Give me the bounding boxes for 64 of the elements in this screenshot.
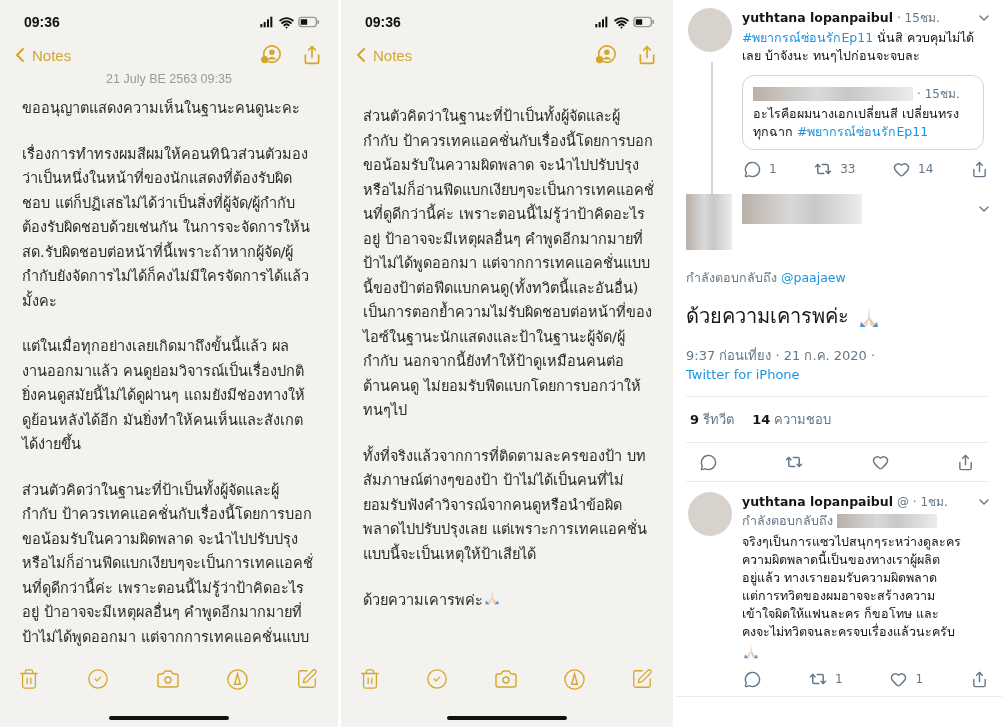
markup-pen-icon [226, 667, 250, 691]
speech-bubble-icon [744, 160, 761, 178]
retweet-label[interactable]: รีทวีต [703, 412, 735, 427]
tweet-time: · 15ชม. [897, 10, 941, 27]
note-paragraph: ทั้งที่จริงแล้วจากการที่ติดตามละครของป้า บท สัมภาษณ์ต่างๆของป้า ป้าไม่ได้เป็นคนที่ไม่ ยอมรับฟังคำวิจารณ์จากคนดูหรือนำข้อผิด พลาดไปปรับปรุงเลย แต่เพราะการเทคแอคชั่น แบบนี้จะเป็นเหตุให้ป้าเสียได้ [363, 444, 648, 565]
wifi-icon [614, 14, 629, 30]
hashtag-link[interactable]: #พยากรณ์ซ่อนรักEp11 [797, 124, 929, 139]
author-name[interactable]: yuthtana lopanpaibul [742, 494, 893, 509]
like-button[interactable] [871, 453, 889, 471]
share-button[interactable] [971, 670, 988, 688]
quoted-tweet[interactable]: · 15ชม. อะไรคือผมนางเอกเปลี่ยนสี เปลี่ยนทรงทุกฉาก #พยากรณ์ซ่อนรักEp11 [742, 75, 984, 150]
tweet-time: @ · 1ชม. [897, 494, 949, 511]
avatar-photo-placeholder [688, 8, 732, 52]
like-label[interactable]: ความชอบ [774, 412, 832, 427]
tweet-text: #พยากรณ์ซ่อนรักEp11 นั่นสิ ควบคุมไม่ได้เลย บ้าจังนะ ทนๆไปก่อนจะจบละ [742, 29, 976, 65]
heart-icon [890, 670, 908, 688]
add-person-icon [595, 44, 617, 66]
note-paragraph: ส่วนตัวคิดว่าในฐานะที่ป้าเป็นทั้งผู้จัดและผู้ กำกับ ป้าควรเทคแอคชั่นกับเรื่องนี้โดยการบอก ขอน้อมรับในความผิดพลาด จะนำไปปรับปรุง หรือไม่ก็อ่านฟีดแบกเงียบๆจะเป็นการเทคแอคชั่ นที่ดูดีกว่านี้ค่ะ เพราะตอนนี้ไม่รู้ว่าป้าคิดอะไร อยู่ ป้าอาจจะมีเหตุผลอื่นๆ คำพูดอีกมากมายที่ ป้าไม่ได้พูดออกมา แต่จากการเทคแอคชั่นแบบ [22, 478, 314, 648]
checklist-icon[interactable] [426, 668, 449, 690]
mention-link[interactable]: @paajaew [781, 270, 846, 285]
signal-icon [594, 14, 610, 30]
note-paragraph: ขออนุญาตแสดงความเห็นในฐานะคนดูนะคะ [22, 97, 301, 119]
checklist-icon[interactable] [86, 668, 109, 690]
retweet-button[interactable]: 33 [814, 160, 856, 178]
note-date: 21 July BE 2563 09:35 [105, 72, 233, 86]
tweet-text: จริงๆเป็นการแซวไปสนุกๆระหว่างดูละคร ความผิดพลาดนี้เป็นของทางเราผู้ผลิต อยู่แล้ว ทางเรายอมรับความผิดพลาด แต่การทวิตของผมอาจจะสร้างความ เข้าใจผิดให้แฟนละคร ก็ขอโทษ และ คงจะไม่ทวิตจนละครจบเรื่องแล้วนะครับ [742, 533, 992, 664]
reply-button[interactable] [744, 670, 761, 688]
speech-bubble-icon [700, 453, 717, 471]
share-button[interactable] [971, 160, 988, 178]
note-paragraph: เรื่องการทำทรงผมสีผมให้คอนทินิวส่วนตัวมอง ว่าเป็นหนึ่งในหน้าที่ของนักแสดงที่ต้องรับผิด ชอบ แต่ก็ปฏิเสธไม่ได้ว่าเป็นสิ่งที่ผู้จัด/ผู้กำกับ ต้องรับผิดชอบด้วยเช่นกัน ในการจะจัดการให้น สด.รับผิดชอบต่อหน้าที่นี้เพราะถ้าหากผู้จัด/ผู้ กำกับยังจัดการไม่ได้ก็คงไม่มีใครจัดการได้แล้ว มั้งคะ [22, 143, 311, 311]
note-paragraph: ด้วยความเคารพค่ะ [363, 587, 661, 613]
add-person-icon [260, 44, 282, 66]
author-name[interactable]: yuthtana lopanpaibul [742, 10, 893, 25]
status-time: 09:36 [365, 14, 401, 30]
quote-text: อะไรคือผมนางเอกเปลี่ยนสี เปลี่ยนทรงทุกฉาก #พยากรณ์ซ่อนรักEp11 [753, 105, 960, 141]
blurred-avatar [686, 194, 732, 250]
reply-button[interactable] [700, 453, 717, 471]
share-button[interactable] [957, 453, 974, 471]
reply-button[interactable]: 1 [744, 160, 777, 178]
like-button[interactable]: 14 [893, 160, 934, 178]
tweet-text: ด้วยความเคารพค่ะ [686, 303, 849, 330]
retweet-count: 9 [690, 412, 700, 427]
heart-icon [871, 453, 889, 471]
signal-icon [259, 14, 275, 30]
retweet-button[interactable]: 1 [808, 670, 843, 688]
markup-pen-icon [562, 667, 586, 691]
share-icon [957, 453, 974, 471]
status-time: 09:36 [24, 14, 60, 30]
quote-time: · 15ชม. [917, 86, 961, 103]
heart-icon [893, 160, 911, 178]
wifi-icon [279, 14, 294, 30]
like-count: 14 [752, 412, 771, 427]
source-link[interactable]: Twitter for iPhone [686, 367, 800, 382]
like-button[interactable]: 1 [890, 670, 924, 688]
avatar-photo-placeholder [688, 492, 732, 536]
note-paragraph: แต่ในเมื่อทุกอย่างเลยเกิดมาถึงขั้นนี้แล้ว ผล งานออกมาแล้ว คนดูย่อมวิจารณ์เป็นเรื่องปกติ ยิ่งคนดูสมัยนี้ไม่ได้ดูผ่านๆ แถมยังมีช่องทางให้ ดูย้อนหลังได้อีก มันยิ่งทำให้คนเห็นและสังเกต ได้ง่ายขึ้น [22, 334, 326, 457]
note-paragraph: ส่วนตัวคิดว่าในฐานะที่ป้าเป็นทั้งผู้จัดและผู้ กำกับ ป้าควรเทคแอคชั่นกับเรื่องนี้โดยการบอก ขอน้อมรับในความผิดพลาด จะนำไปปรับปรุง หรือไม่ก็อ่านฟีดแบกเงียบๆจะเป็นการเทคแอคชั่ นที่ดูดีกว่านี้ค่ะ เพราะตอนนี้ไม่รู้ว่าป้าคิดอะไร อยู่ ป้าอาจจะมีเหตุผลอื่นๆ คำพูดอีกมากมายที่ ป้าไม่ได้พูดออกมา แต่จากการเทคแอคชั่นแบบ นี้ของป้าต่อฟีดแบกคนดู(ทั้งทวิตนี้และอันอื่น) เป็นการตอกย้ำความไม่รับผิดชอบต่อหน้าที่ของ ไอซ์ในฐานะนักแสดงและป้าในฐานะผู้จัด/ผู้ กำกับ นอกจากนี้ยังทำให้ป้าดูเหมือนคนต่อ ต้านคนดู ไม่ยอมรับฟีดแบกโดยการบอกว่าให้ ทนๆไป [363, 104, 661, 423]
speech-bubble-icon [744, 670, 761, 688]
replying-to-text: กำลังตอบกลับถึง @paajaew [686, 269, 847, 287]
hashtag-link[interactable]: #พยากรณ์ซ่อนรักEp11 [742, 30, 874, 45]
share-icon [971, 160, 988, 178]
tweet-timestamp: 9:37 ก่อนเที่ยง · 21 ก.ค. 2020 · Twitter for iPhone [686, 346, 877, 384]
share-icon [971, 670, 988, 688]
replying-to-text: กำลังตอบกลับถึง [742, 512, 833, 530]
